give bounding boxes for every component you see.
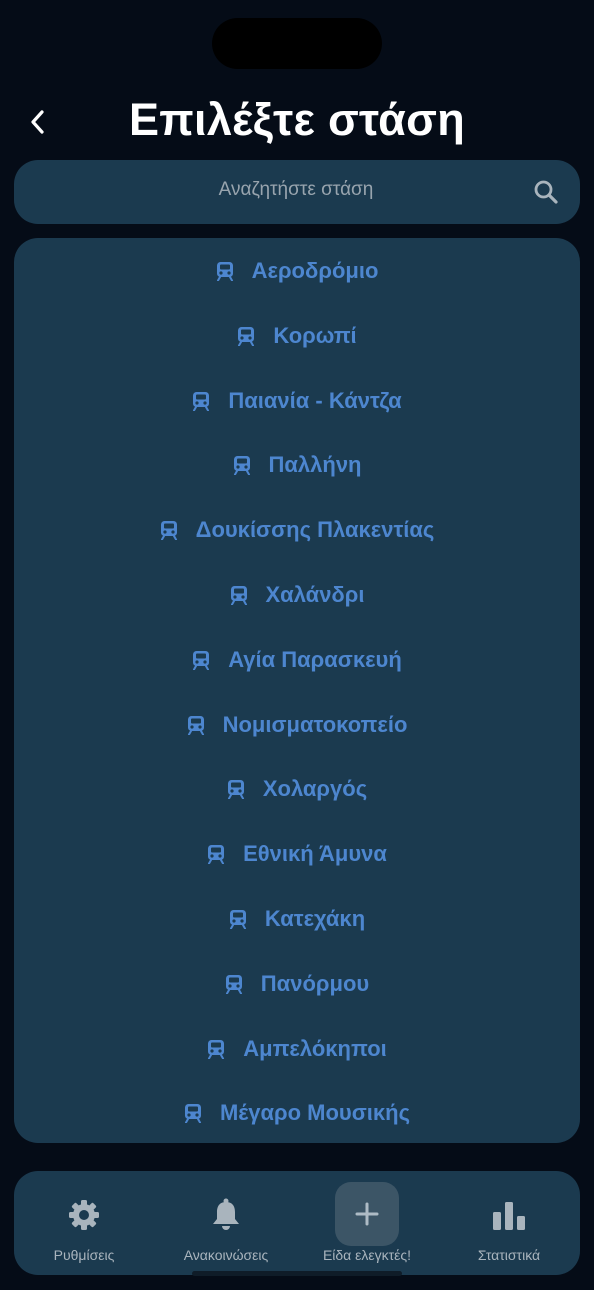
stop-item[interactable]: Κορωπί <box>14 311 580 361</box>
stop-label: Παιανία - Κάντζα <box>228 387 402 413</box>
stop-item[interactable]: Εθνική Άμυνα <box>14 829 580 879</box>
stop-label: Αγία Παρασκευή <box>228 646 402 672</box>
train-icon <box>207 1039 225 1059</box>
plus-icon <box>355 1202 379 1226</box>
train-icon <box>187 715 205 735</box>
tab-report-label: Είδα ελεγκτές! <box>322 1247 412 1263</box>
gear-icon <box>66 1197 102 1233</box>
stop-label: Κορωπί <box>273 322 357 348</box>
bell-icon <box>208 1197 244 1233</box>
tab-announcements-label: Ανακοινώσεις <box>183 1247 269 1263</box>
stop-item[interactable]: Αμπελόκηποι <box>14 1024 580 1074</box>
train-icon <box>237 326 255 346</box>
dynamic-island <box>212 18 382 69</box>
stop-item[interactable]: Πανόρμου <box>14 959 580 1009</box>
stop-label: Αεροδρόμιο <box>251 258 379 283</box>
stop-item[interactable]: Παιανία - Κάντζα <box>14 376 580 426</box>
header: Επιλέξτε στάση <box>0 90 594 154</box>
train-icon <box>184 1103 202 1124</box>
stop-label: Χαλάνδρι <box>265 582 365 607</box>
stop-item[interactable]: Νομισματοκοπείο <box>14 700 580 750</box>
tab-statistics[interactable]: Στατιστικά <box>439 1171 579 1275</box>
tab-settings[interactable]: Ρυθμίσεις <box>14 1171 154 1275</box>
stop-label: Εθνική Άμυνα <box>243 841 387 867</box>
tab-statistics-label: Στατιστικά <box>477 1247 541 1263</box>
stop-label: Νομισματοκοπείο <box>222 711 408 737</box>
stop-label: Χολαργός <box>262 776 368 802</box>
search-bar <box>14 160 580 224</box>
stop-label: Αμπελόκηποι <box>243 1035 387 1061</box>
train-icon <box>229 909 247 929</box>
add-report-button[interactable] <box>335 1182 399 1246</box>
train-icon <box>192 391 210 411</box>
train-icon <box>207 844 225 865</box>
train-icon <box>227 779 245 800</box>
stop-list: Αεροδρόμιο Κορωπί Παιανία - Κάντζα Παλλήνη Δ… <box>14 238 580 1143</box>
search-input[interactable] <box>74 160 518 220</box>
search-icon[interactable] <box>532 178 560 206</box>
tab-settings-label: Ρυθμίσεις <box>53 1247 115 1263</box>
train-icon <box>233 455 251 476</box>
stop-item[interactable]: Κατεχάκη <box>14 894 580 944</box>
train-icon <box>225 974 243 994</box>
stop-item[interactable]: Μέγαρο Μουσικής <box>14 1088 580 1138</box>
train-icon <box>216 261 234 281</box>
stop-label: Μέγαρο Μουσικής <box>219 1100 411 1126</box>
stop-label: Παλλήνη <box>268 452 362 478</box>
stop-label: Δουκίσσης Πλακεντίας <box>195 517 435 543</box>
tab-announcements[interactable]: Ανακοινώσεις <box>156 1171 296 1275</box>
train-icon <box>230 585 248 605</box>
stop-label: Κατεχάκη <box>264 906 366 931</box>
tab-report-inspectors[interactable]: Είδα ελεγκτές! <box>297 1171 437 1275</box>
stop-item[interactable]: Παλλήνη <box>14 440 580 490</box>
stop-item[interactable]: Χαλάνδρι <box>14 570 580 620</box>
stop-item[interactable]: Δουκίσσης Πλακεντίας <box>14 505 580 555</box>
tab-bar: Ρυθμίσεις Ανακοινώσεις Είδα ελεγκτές! Στ… <box>14 1171 580 1275</box>
train-icon <box>160 520 178 541</box>
stop-label: Πανόρμου <box>260 970 370 996</box>
home-indicator <box>192 1271 402 1276</box>
stop-item[interactable]: Αγία Παρασκευή <box>14 635 580 685</box>
stop-item[interactable]: Χολαργός <box>14 764 580 814</box>
bar-chart-icon <box>491 1197 527 1233</box>
train-icon <box>192 650 210 670</box>
page-title: Επιλέξτε στάση <box>128 94 466 145</box>
stop-item[interactable]: Αεροδρόμιο <box>14 246 580 296</box>
